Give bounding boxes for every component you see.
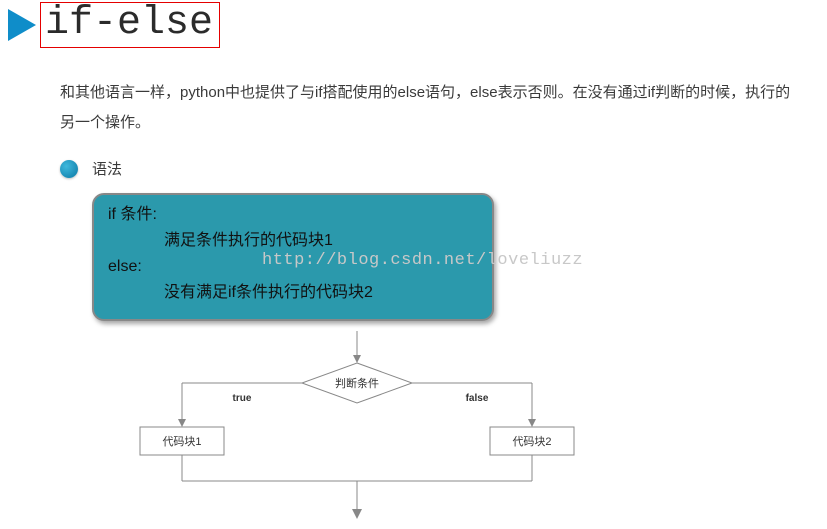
syntax-line-4: 没有满足if条件执行的代码块2 [108, 281, 478, 305]
flow-false-label: false [466, 393, 489, 404]
page-title: if-else [40, 2, 220, 48]
flow-block2-label: 代码块2 [512, 435, 551, 448]
syntax-line-1: if 条件: [108, 203, 478, 227]
bullet-row: 语法 [60, 158, 827, 179]
flow-true-label: true [233, 393, 252, 404]
bullet-label: 语法 [92, 158, 122, 179]
triangle-icon [8, 9, 36, 41]
syntax-box: if 条件: 满足条件执行的代码块1 else: 没有满足if条件执行的代码块2 [92, 193, 494, 321]
title-row: if-else [0, 0, 827, 48]
flow-block1-label: 代码块1 [162, 435, 201, 448]
syntax-line-2: 满足条件执行的代码块1 [108, 229, 478, 253]
description-text: 和其他语言一样，python中也提供了与if搭配使用的else语句，else表示… [60, 78, 793, 138]
syntax-line-3: else: [108, 255, 478, 279]
flowchart: 判断条件 true false 代码块1 代码块2 [122, 331, 592, 521]
flow-decision-label: 判断条件 [335, 376, 379, 390]
syntax-wrap: if 条件: 满足条件执行的代码块1 else: 没有满足if条件执行的代码块2… [92, 193, 827, 321]
bullet-icon [60, 160, 78, 178]
